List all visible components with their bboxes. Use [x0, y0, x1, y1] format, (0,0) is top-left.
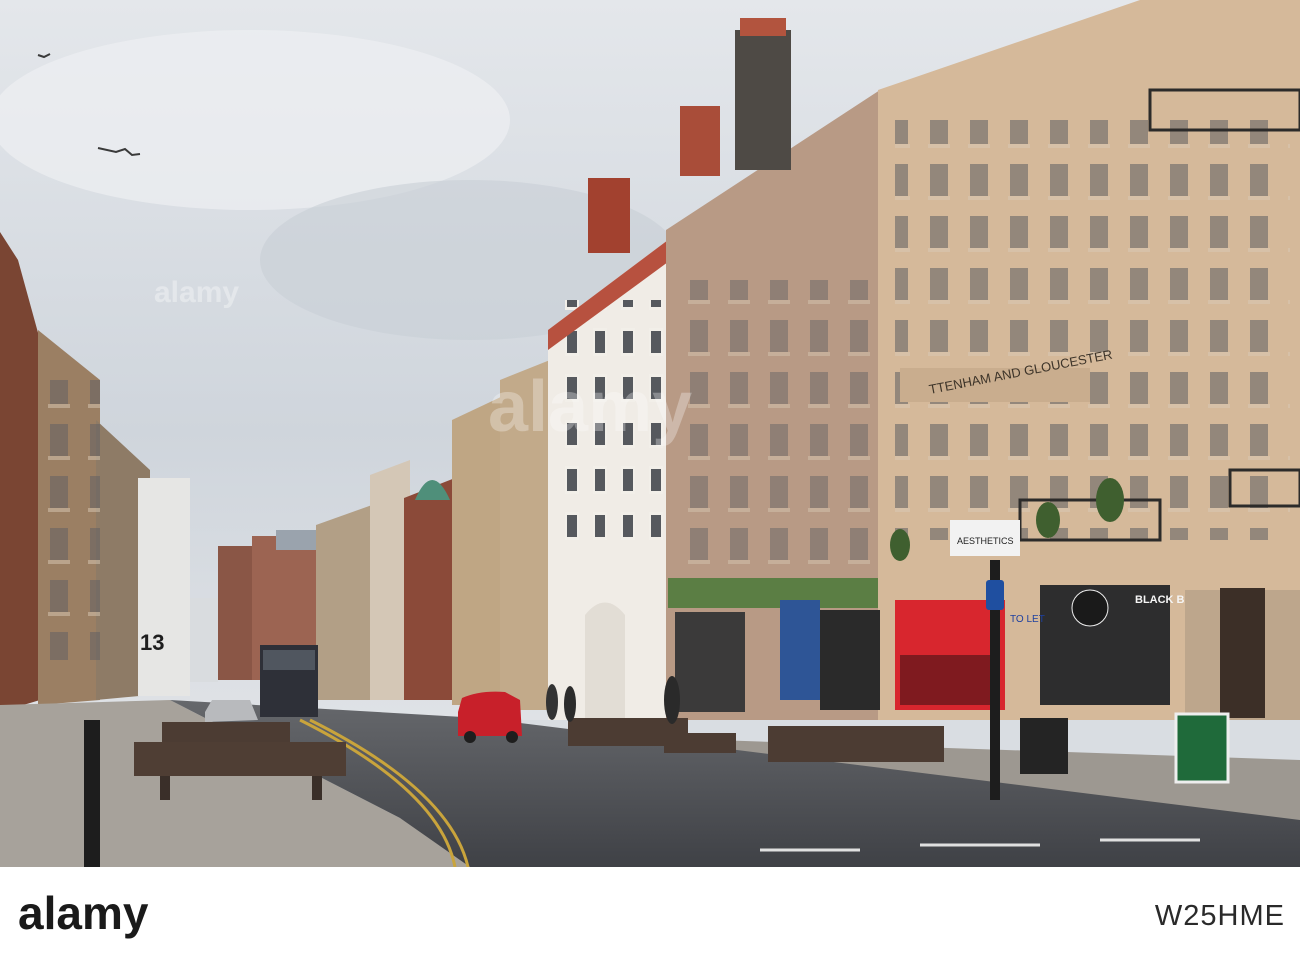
dark-chimney-stack	[735, 30, 791, 170]
bench	[134, 742, 346, 776]
aesthetics-sign-text: AESTHETICS	[957, 536, 1014, 546]
street-photo: 13 TTENHAM AND GLOUCESTER BLACK BARREL A…	[0, 0, 1300, 867]
planter-shrub	[1096, 478, 1124, 522]
watermark-center: alamy	[488, 367, 692, 447]
shopfront-green-awning	[668, 578, 878, 608]
middle-building-red	[404, 478, 455, 700]
silver-car	[205, 700, 258, 722]
pedestrian	[564, 686, 576, 722]
bus-windows	[263, 650, 315, 670]
image-id: W25HME	[1154, 900, 1285, 932]
black-a-board	[1020, 718, 1068, 774]
building-number: 13	[140, 630, 164, 655]
watermark-small: alamy	[154, 276, 239, 309]
bench	[768, 726, 944, 762]
shopfront-black	[820, 610, 880, 710]
middle-building	[316, 505, 372, 700]
bench-leg	[312, 776, 322, 800]
bench-leg	[160, 776, 170, 800]
chimney-pots	[740, 18, 786, 36]
red-chimney	[588, 178, 630, 253]
shopfront-blue	[780, 600, 820, 700]
red-car	[458, 691, 522, 736]
svg-text:alamy: alamy	[488, 367, 692, 447]
car-wheel	[506, 731, 518, 743]
svg-text:alamy: alamy	[154, 276, 239, 309]
left-building-white	[138, 478, 190, 696]
planter-shrub	[1036, 502, 1060, 538]
shopfront-dark	[675, 612, 745, 712]
signpost-pole	[84, 720, 100, 867]
pedestrian	[546, 684, 558, 720]
pedestrian	[664, 676, 680, 724]
shopfront-red-window	[900, 655, 1000, 705]
car-wheel	[464, 731, 476, 743]
black-barrel-logo	[1071, 589, 1109, 627]
alamy-logo[interactable]: alamy	[18, 889, 258, 939]
planter-shrub	[890, 529, 910, 561]
left-building-windows	[40, 380, 100, 660]
blue-arrow-sign	[986, 580, 1004, 610]
chimney	[680, 106, 720, 176]
green-a-board	[1174, 712, 1230, 784]
svg-text:alamy: alamy	[18, 889, 149, 939]
doorway-dark	[1220, 588, 1265, 718]
bench	[664, 733, 736, 753]
arched-doorway	[585, 602, 625, 720]
bench	[162, 722, 290, 744]
to-let-sign: TO LET	[1010, 614, 1045, 625]
